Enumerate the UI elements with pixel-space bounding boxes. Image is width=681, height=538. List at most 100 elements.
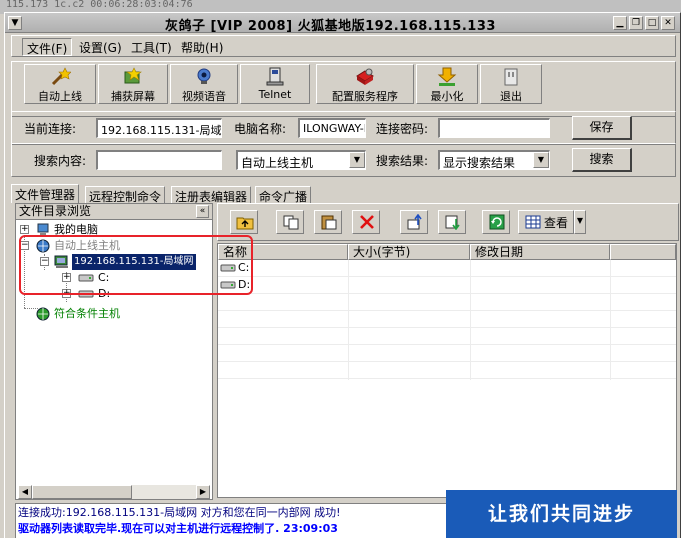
file-name: C: [238, 261, 250, 274]
drive-icon [78, 274, 94, 282]
network-icon [36, 239, 50, 253]
video-audio-label: 视频语音 [182, 90, 226, 103]
copy-button[interactable] [276, 210, 304, 234]
search-row: 搜索内容: 自动上线主机 ▼ 搜索结果: 显示搜索结果 ▼ 搜索 [11, 143, 676, 177]
chevron-down-icon[interactable]: ▼ [533, 152, 549, 168]
minimize-icon[interactable]: ▁ [613, 16, 627, 30]
status-message: 驱动器列表读取完毕.现在可以对主机进行远程控制了. 23:09:03 [18, 522, 338, 535]
collapse-node-icon[interactable]: − [20, 241, 29, 250]
title-bar[interactable]: ▼ 灰鸽子 [VIP 2008] 火狐基地版192.168.115.133 ▁ … [5, 13, 680, 34]
parent-folder-button[interactable] [230, 210, 258, 234]
chevron-down-icon[interactable]: ▼ [349, 152, 365, 168]
config-icon [356, 68, 374, 85]
table-row[interactable]: C: [218, 260, 676, 276]
magic-wand-icon [51, 67, 71, 86]
main-window: ▼ 灰鸽子 [VIP 2008] 火狐基地版192.168.115.133 ▁ … [4, 12, 681, 538]
config-service-button[interactable]: 配置服务程序 [316, 64, 414, 104]
delete-icon [360, 215, 374, 229]
current-connection-label: 当前连接: [24, 122, 77, 136]
scroll-thumb[interactable] [32, 485, 132, 499]
auto-online-label: 自动上线 [38, 90, 82, 103]
chevron-down-icon: ▼ [576, 216, 584, 225]
save-button[interactable]: 保存 [572, 116, 632, 140]
minimize-label: 最小化 [430, 90, 464, 103]
scroll-left-icon[interactable]: ◀ [18, 485, 32, 499]
view-dropdown[interactable]: ▼ [574, 210, 586, 234]
drive-icon [220, 281, 236, 289]
window-title: 灰鸽子 [VIP 2008] 火狐基地版192.168.115.133 [165, 19, 496, 34]
tab-command-broadcast[interactable]: 命令广播 [255, 186, 312, 204]
refresh-button[interactable] [482, 210, 510, 234]
delete-button[interactable] [352, 210, 380, 234]
tree-horizontal-scrollbar[interactable]: ◀ ▶ [18, 485, 210, 499]
close-icon[interactable]: ✕ [661, 16, 675, 30]
exit-button[interactable]: 退出 [480, 64, 542, 104]
file-tree-pane: 文件目录浏览 « + 我的电脑 − 自动上线主机 − 192.168.115.1… [15, 203, 213, 500]
terminal-icon [266, 67, 284, 86]
tree-node-label: 符合条件主机 [54, 307, 120, 320]
restore-icon[interactable]: ❐ [629, 16, 643, 30]
tree-header: 文件目录浏览 « [16, 204, 212, 220]
system-menu-icon[interactable]: ▼ [8, 16, 22, 30]
connection-row: 当前连接: 192.168.115.131-局域 电脑名称: ILONGWAY-… [11, 111, 676, 145]
main-toolbar: 自动上线 捕获屏幕 视频语音 Telnet 配置服务程序 最小化 退出 [11, 61, 676, 117]
file-toolbar: 查看 ▼ [217, 203, 679, 241]
file-name: D: [238, 278, 251, 291]
exit-label: 退出 [500, 90, 522, 103]
maximize-icon[interactable]: □ [645, 16, 659, 30]
exit-icon [504, 68, 518, 86]
webcam-icon [197, 68, 211, 84]
expand-icon[interactable]: + [62, 273, 71, 282]
menu-help[interactable]: 帮助(H) [177, 38, 227, 56]
search-scope-dropdown[interactable]: 自动上线主机 ▼ [236, 150, 366, 170]
paste-button[interactable] [314, 210, 342, 234]
paste-icon [321, 215, 337, 230]
table-row[interactable]: D: [218, 277, 676, 293]
search-result-dropdown[interactable]: 显示搜索结果 ▼ [438, 150, 550, 170]
menu-tools[interactable]: 工具(T) [127, 38, 176, 56]
column-header-date[interactable]: 修改日期 [470, 244, 610, 260]
minimize-button[interactable]: 最小化 [416, 64, 478, 104]
column-header-name[interactable]: 名称 [218, 244, 348, 260]
host-computer-icon [54, 255, 68, 268]
column-header-size[interactable]: 大小(字节) [348, 244, 470, 260]
upload-button[interactable] [400, 210, 428, 234]
status-message: 连接成功:192.168.115.131-局域网 对方和您在同一内部网 成功! [18, 506, 341, 519]
telnet-label: Telnet [258, 88, 292, 101]
pc-name-field[interactable]: ILONGWAY-D: [298, 118, 366, 138]
capture-screen-button[interactable]: 捕获屏幕 [98, 64, 168, 104]
search-content-field[interactable] [96, 150, 222, 170]
tab-file-manager[interactable]: 文件管理器 [11, 184, 80, 203]
file-list-pane: 查看 ▼ 名称 大小(字节) 修改日期 C: D: [217, 203, 679, 500]
folder-up-icon [236, 217, 254, 230]
password-field[interactable] [438, 118, 550, 138]
menu-file[interactable]: 文件(F) [22, 38, 73, 56]
download-button[interactable] [438, 210, 466, 234]
view-button[interactable]: 查看 [518, 210, 574, 234]
auto-online-button[interactable]: 自动上线 [24, 64, 96, 104]
search-button[interactable]: 搜索 [572, 148, 632, 172]
scroll-right-icon[interactable]: ▶ [196, 485, 210, 499]
tab-remote-control[interactable]: 远程控制命令 [85, 186, 166, 204]
upload-icon [407, 214, 422, 230]
file-list: 名称 大小(字节) 修改日期 C: D: [217, 243, 677, 498]
expand-icon[interactable]: + [62, 289, 71, 298]
tab-registry-editor[interactable]: 注册表编辑器 [171, 186, 252, 204]
video-audio-button[interactable]: 视频语音 [170, 64, 238, 104]
tree-node-label: D: [98, 287, 111, 300]
expand-icon[interactable]: + [20, 225, 29, 234]
collapse-node-icon[interactable]: − [40, 257, 49, 266]
column-header-spacer [610, 244, 676, 260]
computer-icon [37, 223, 49, 236]
telnet-button[interactable]: Telnet [240, 64, 310, 104]
search-content-label: 搜索内容: [34, 154, 87, 168]
collapse-icon[interactable]: « [196, 205, 209, 218]
drive-icon [220, 264, 236, 272]
screen-capture-icon [124, 67, 142, 84]
download-file-icon [445, 215, 460, 230]
menu-settings[interactable]: 设置(G) [75, 38, 126, 56]
current-connection-field[interactable]: 192.168.115.131-局域 [96, 118, 222, 138]
search-result-label: 搜索结果: [376, 154, 429, 168]
tree-node-label: 192.168.115.131-局域网 [72, 254, 196, 270]
menu-bar: 文件(F) 设置(G) 工具(T) 帮助(H) [11, 35, 676, 57]
